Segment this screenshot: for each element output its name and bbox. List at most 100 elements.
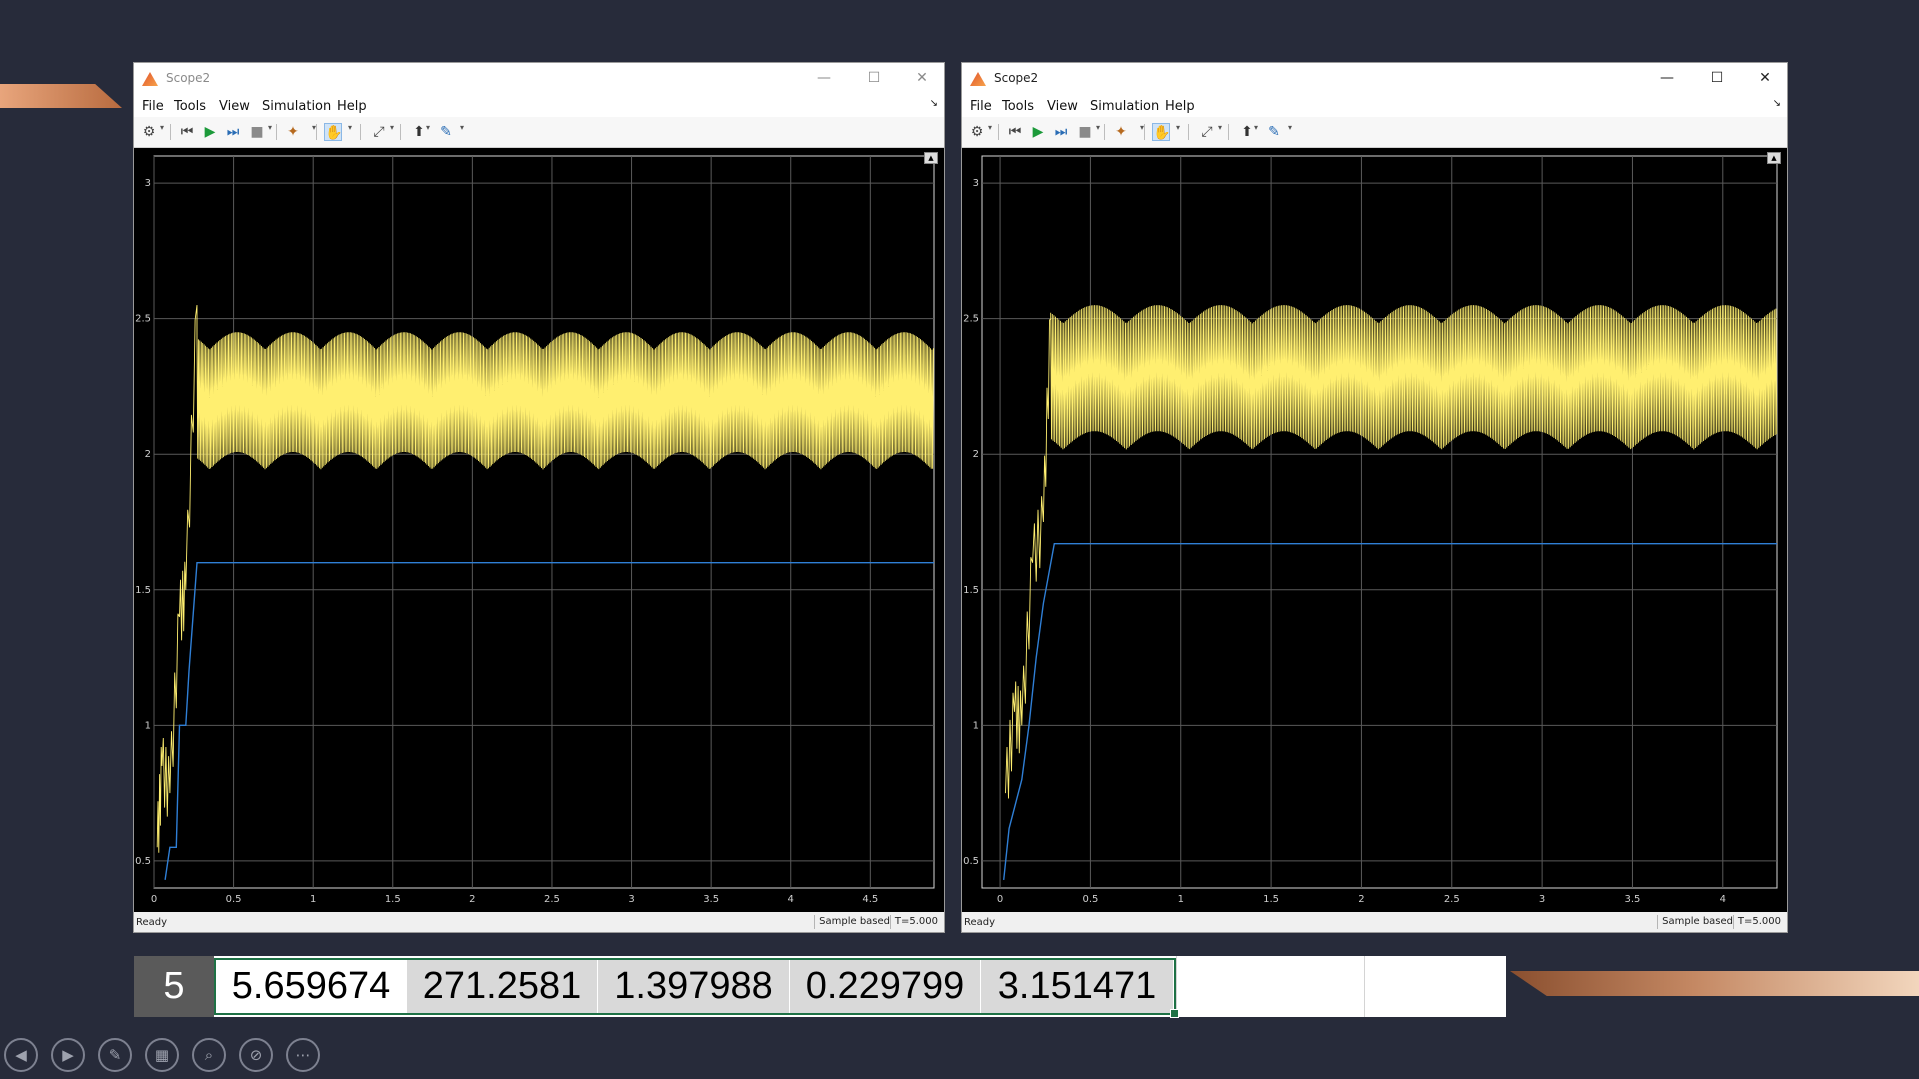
y-tick-label: 1 (973, 720, 979, 731)
spreadsheet-cell[interactable]: 0.229799 (790, 959, 981, 1014)
status-ready: Ready (964, 917, 996, 928)
toolbar-separator (1104, 124, 1105, 140)
spreadsheet-row[interactable]: 5 5.659674 271.2581 1.397988 0.229799 3.… (134, 956, 1507, 1018)
highlight-icon[interactable]: ✦ (284, 123, 302, 141)
status-bar: Ready Sample based T=5.000 (962, 912, 1787, 932)
menu-view[interactable]: View (219, 99, 250, 114)
spreadsheet-cell[interactable]: 5.659674 (216, 959, 407, 1014)
more-icon[interactable]: ⋯ (286, 1038, 320, 1072)
minimize-button[interactable]: — (1647, 67, 1687, 89)
next-icon[interactable]: ▶ (51, 1038, 85, 1072)
pan-icon[interactable]: ✋ (324, 123, 342, 141)
camera-off-icon[interactable]: ⊘ (239, 1038, 273, 1072)
spreadsheet-cell[interactable]: 3.151471 (981, 959, 1174, 1014)
y-tick-label: 3 (145, 178, 151, 189)
autoscale-icon[interactable]: ⤢ (1198, 123, 1216, 141)
expand-icon[interactable]: ▲ (1767, 152, 1781, 164)
status-ready: Ready (136, 917, 168, 928)
x-tick-label: 0 (997, 894, 1003, 905)
toolbar-separator (316, 124, 317, 140)
cursor-measurements-icon[interactable]: ✎ (437, 123, 455, 141)
x-tick-label: 2.5 (1444, 894, 1460, 905)
highlight-icon[interactable]: ✦ (1112, 123, 1130, 141)
scope-display[interactable]: 0 0.5 1 1.5 2 2.5 3 3.5 4 4.5 0.5 1 1.5 2 2.5 3 ▲ (134, 148, 944, 912)
status-mode: Sample based (1657, 915, 1737, 929)
dropdown-arrow-icon[interactable]: ▾ (1288, 123, 1292, 132)
signal-trace-blue (164, 562, 934, 881)
y-tick-label: 2 (973, 449, 979, 460)
menu-simulation[interactable]: Simulation (262, 99, 331, 114)
dropdown-arrow-icon[interactable]: ▾ (268, 123, 272, 132)
signal-trace-yellow (1005, 305, 1778, 799)
pan-icon[interactable]: ✋ (1152, 123, 1170, 141)
previous-icon[interactable]: ◀ (4, 1038, 38, 1072)
toolbar-separator (276, 124, 277, 140)
x-tick-label: 2 (469, 894, 475, 905)
plot-frame (153, 155, 935, 889)
menu-bar: File Tools View Simulation Help ↘ (134, 95, 944, 117)
stop-icon[interactable]: ■ (248, 123, 266, 141)
menu-tools[interactable]: Tools (174, 99, 206, 114)
x-tick-label: 0.5 (226, 894, 242, 905)
menu-simulation[interactable]: Simulation (1090, 99, 1159, 114)
scope-display[interactable]: 0 0.5 1 1.5 2 2.5 3 3.5 4 0.5 1 1.5 2 2.5 3 ▲ (962, 148, 1787, 912)
undock-icon[interactable]: ↘ (1773, 98, 1781, 109)
dropdown-arrow-icon[interactable]: ▾ (460, 123, 464, 132)
step-forward-icon[interactable]: ⏭ (224, 123, 242, 141)
spreadsheet-cell[interactable]: 271.2581 (407, 959, 598, 1014)
menu-view[interactable]: View (1047, 99, 1078, 114)
menu-help[interactable]: Help (337, 99, 367, 114)
scope-window-left[interactable]: Scope2 — ☐ ✕ File Tools View Simulation Help ↘ ⚙ ⏮ ▶… (133, 62, 945, 933)
cursor-measurements-icon[interactable]: ✎ (1265, 123, 1283, 141)
spreadsheet-cell[interactable]: 1.397988 (598, 959, 790, 1014)
menu-file[interactable]: File (142, 99, 164, 114)
dropdown-arrow-icon[interactable]: ▾ (988, 123, 992, 132)
dropdown-arrow-icon[interactable]: ▾ (1218, 123, 1222, 132)
dropdown-arrow-icon[interactable]: ▾ (1096, 123, 1100, 132)
menu-help[interactable]: Help (1165, 99, 1195, 114)
title-bar[interactable]: Scope2 — ☐ ✕ (962, 63, 1787, 95)
close-button[interactable]: ✕ (902, 67, 942, 89)
row-header[interactable]: 5 (134, 956, 214, 1017)
scope-window-right[interactable]: Scope2 — ☐ ✕ File Tools View Simulation Help ↘ ⚙ ⏮ ▶… (961, 62, 1788, 933)
spreadsheet-cell-empty[interactable] (1176, 956, 1365, 1017)
x-tick-label: 3 (628, 894, 634, 905)
status-bar: Ready Sample based T=5.000 (134, 912, 944, 932)
fill-handle[interactable] (1170, 1009, 1179, 1018)
menu-file[interactable]: File (970, 99, 992, 114)
slides-grid-icon[interactable]: ▦ (145, 1038, 179, 1072)
run-icon[interactable]: ▶ (201, 123, 219, 141)
dropdown-arrow-icon[interactable]: ▾ (1254, 123, 1258, 132)
toolbar-separator (1144, 124, 1145, 140)
dropdown-arrow-icon[interactable]: ▾ (390, 123, 394, 132)
dropdown-arrow-icon[interactable]: ▾ (160, 123, 164, 132)
maximize-button[interactable]: ☐ (854, 67, 894, 89)
menu-tools[interactable]: Tools (1002, 99, 1034, 114)
status-mode: Sample based (814, 915, 894, 929)
autoscale-icon[interactable]: ⤢ (370, 123, 388, 141)
run-icon[interactable]: ▶ (1029, 123, 1047, 141)
expand-icon[interactable]: ▲ (924, 152, 938, 164)
dropdown-arrow-icon[interactable]: ▾ (1176, 123, 1180, 132)
x-tick-label: 3 (1539, 894, 1545, 905)
minimize-button[interactable]: — (804, 67, 844, 89)
dropdown-arrow-icon[interactable]: ▾ (348, 123, 352, 132)
x-tick-label: 1.5 (385, 894, 401, 905)
undock-icon[interactable]: ↘ (930, 98, 938, 109)
settings-icon[interactable]: ⚙ (140, 123, 158, 141)
y-tick-label: 2.5 (135, 314, 151, 325)
step-back-icon[interactable]: ⏮ (178, 123, 196, 141)
maximize-button[interactable]: ☐ (1697, 67, 1737, 89)
y-tick-label: 2 (145, 449, 151, 460)
close-button[interactable]: ✕ (1745, 67, 1785, 89)
settings-icon[interactable]: ⚙ (968, 123, 986, 141)
step-back-icon[interactable]: ⏮ (1006, 123, 1024, 141)
zoom-icon[interactable]: ⌕ (192, 1038, 226, 1072)
title-bar[interactable]: Scope2 — ☐ ✕ (134, 63, 944, 95)
spreadsheet-cell-empty[interactable] (1364, 956, 1507, 1017)
dropdown-arrow-icon[interactable]: ▾ (426, 123, 430, 132)
step-forward-icon[interactable]: ⏭ (1052, 123, 1070, 141)
signal-trace-yellow (156, 305, 934, 853)
pen-icon[interactable]: ✎ (98, 1038, 132, 1072)
stop-icon[interactable]: ■ (1076, 123, 1094, 141)
